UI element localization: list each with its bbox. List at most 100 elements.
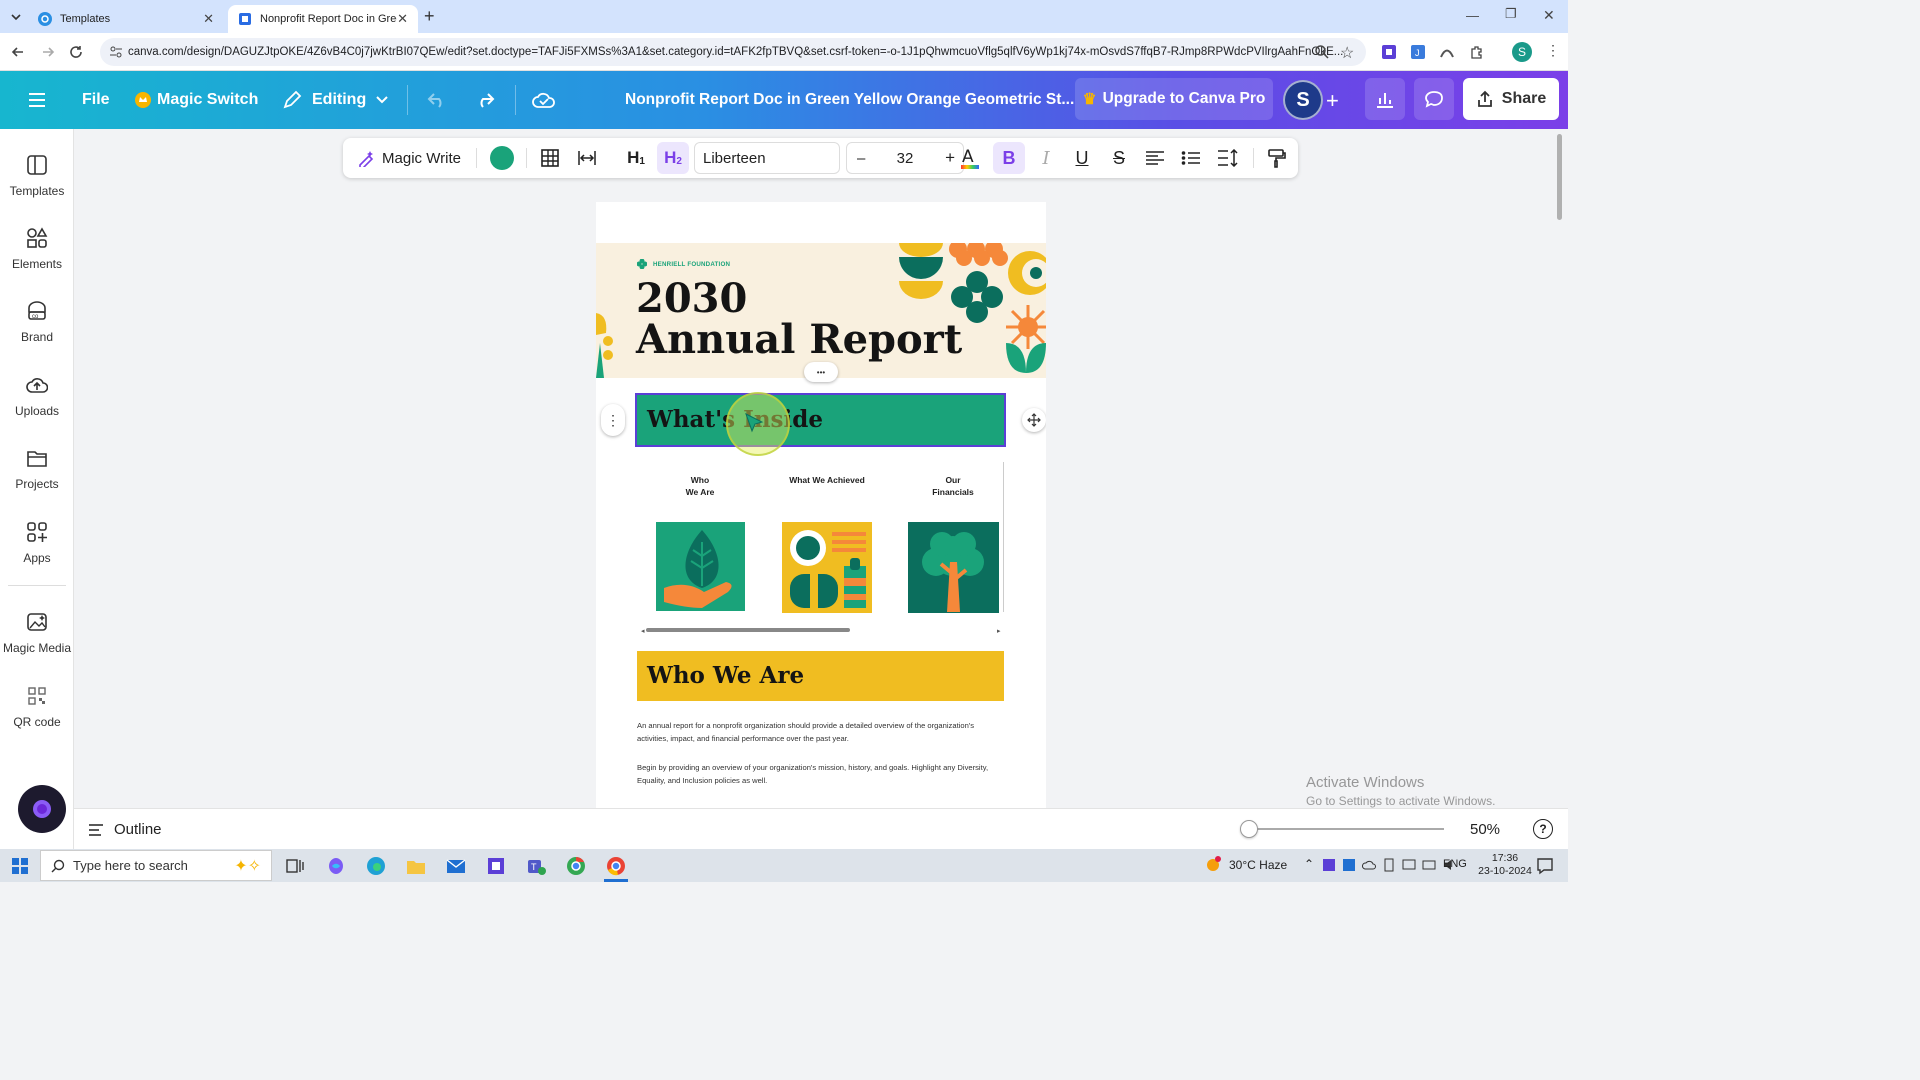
tab-nonprofit-report[interactable]: Nonprofit Report Doc in Green ✕ — [228, 5, 418, 33]
editing-mode-button[interactable]: Editing — [282, 71, 388, 129]
expand-width-icon[interactable] — [575, 138, 599, 178]
taskbar-clock[interactable]: 17:36 23-10-2024 — [1478, 852, 1532, 878]
new-tab-button[interactable]: + — [424, 6, 435, 27]
align-left-icon[interactable] — [1143, 138, 1167, 178]
file-explorer-icon[interactable] — [406, 856, 426, 876]
column-label-who-we-are[interactable]: Who We Are — [656, 474, 744, 498]
table-scrollbar-thumb[interactable] — [646, 628, 850, 632]
font-size-value[interactable]: 32 — [897, 150, 914, 167]
cloud-saved-icon[interactable] — [532, 71, 556, 129]
font-family-dropdown[interactable]: Liberteen — [694, 142, 840, 174]
chrome-icon[interactable] — [566, 856, 586, 876]
edge-browser-icon[interactable] — [366, 856, 386, 876]
close-tab-icon[interactable]: ✕ — [397, 11, 408, 27]
who-we-are-heading-block[interactable]: Who We Are — [637, 651, 1004, 701]
sidebar-item-projects[interactable]: Projects — [0, 447, 74, 491]
heading-1-button[interactable]: H1 — [623, 138, 649, 178]
text-color-swatch[interactable] — [487, 138, 517, 178]
weather-icon[interactable] — [1204, 855, 1222, 873]
underline-button[interactable]: U — [1069, 138, 1095, 178]
paragraph-mission[interactable]: Begin by providing an overview of your o… — [637, 761, 1005, 787]
redo-icon[interactable] — [474, 71, 496, 129]
chrome-profile-icon[interactable] — [606, 856, 626, 876]
move-block-icon[interactable] — [1022, 408, 1046, 432]
copy-style-paint-icon[interactable] — [1264, 138, 1288, 178]
sidebar-item-brand[interactable]: co Brand — [0, 300, 74, 344]
sidebar-item-templates[interactable]: Templates — [0, 154, 74, 198]
browser-menu-icon[interactable]: ⋮ — [1546, 42, 1560, 59]
windows-start-icon[interactable] — [12, 858, 28, 874]
document-title[interactable]: Nonprofit Report Doc in Green Yellow Ora… — [625, 71, 1074, 129]
main-menu-icon[interactable] — [28, 71, 46, 129]
line-spacing-icon[interactable] — [1216, 138, 1240, 178]
who-we-are-heading[interactable]: Who We Are — [647, 662, 804, 689]
copilot-app-icon[interactable] — [326, 856, 346, 876]
bullet-list-icon[interactable] — [1179, 138, 1203, 178]
document-page[interactable]: HENRIELL FOUNDATION 2030 Annual Report •… — [596, 202, 1046, 808]
column-label-achievements[interactable]: What We Achieved — [772, 474, 882, 486]
more-options-button[interactable]: ••• — [804, 362, 838, 382]
whats-inside-heading-block[interactable]: What's Inside — [635, 393, 1006, 447]
extensions-puzzle-icon[interactable] — [1469, 44, 1485, 60]
url-field[interactable]: canva.com/design/DAGUZJtpOKE/4Z6vB4C0j7j… — [100, 38, 1366, 66]
extension-2-icon[interactable]: J — [1410, 44, 1426, 60]
taskbar-search-box[interactable]: Type here to search ✦✧ — [40, 850, 272, 881]
sidebar-item-qr-code[interactable]: QR code — [0, 685, 74, 729]
tray-app-icon[interactable] — [1342, 858, 1356, 872]
weather-text[interactable]: 30°C Haze — [1229, 858, 1287, 872]
input-language[interactable]: ENG — [1443, 858, 1467, 870]
restore-button[interactable]: ❐ — [1505, 6, 1517, 22]
canvas-scrollbar[interactable] — [1557, 134, 1562, 220]
zoom-icon[interactable] — [1314, 44, 1330, 60]
canva-assistant-button[interactable] — [18, 785, 66, 833]
sidebar-item-apps[interactable]: Apps — [0, 521, 74, 565]
notifications-icon[interactable] — [1536, 857, 1554, 875]
network-icon[interactable] — [1422, 858, 1436, 872]
help-icon[interactable]: ? — [1533, 819, 1553, 839]
text-color-icon[interactable]: A — [957, 138, 983, 178]
bold-button[interactable]: B — [993, 142, 1025, 174]
bookmark-star-icon[interactable]: ☆ — [1340, 43, 1354, 63]
upgrade-button[interactable]: ♛ Upgrade to Canva Pro — [1075, 78, 1273, 120]
tray-overflow-icon[interactable]: ⌃ — [1304, 857, 1314, 871]
extension-3-icon[interactable] — [1439, 44, 1455, 60]
tab-search-icon[interactable] — [8, 9, 24, 25]
battery-icon[interactable] — [1382, 858, 1396, 872]
comment-icon[interactable] — [1414, 78, 1454, 120]
insights-chart-icon[interactable] — [1365, 78, 1405, 120]
block-menu-icon[interactable]: ⋮ — [601, 404, 625, 436]
extension-1-icon[interactable] — [1381, 44, 1397, 60]
reload-icon[interactable] — [68, 44, 84, 60]
display-icon[interactable] — [1402, 858, 1416, 872]
zoom-slider-thumb[interactable] — [1240, 820, 1258, 838]
scroll-left-icon[interactable]: ◂ — [641, 627, 645, 635]
share-button[interactable]: Share — [1463, 78, 1559, 120]
power-apps-icon[interactable] — [486, 856, 506, 876]
zoom-level[interactable]: 50% — [1470, 821, 1500, 838]
add-collaborator-icon[interactable]: + — [1326, 88, 1339, 114]
strikethrough-button[interactable]: S — [1106, 138, 1132, 178]
back-icon[interactable] — [10, 44, 26, 60]
sidebar-item-uploads[interactable]: Uploads — [0, 374, 74, 418]
paragraph-intro[interactable]: An annual report for a nonprofit organiz… — [637, 719, 1005, 745]
profile-avatar[interactable]: S — [1512, 42, 1532, 62]
task-view-icon[interactable] — [286, 857, 304, 875]
undo-icon[interactable] — [426, 71, 448, 129]
tab-templates[interactable]: Templates ✕ — [28, 5, 224, 33]
italic-button[interactable]: I — [1033, 138, 1059, 178]
sidebar-item-elements[interactable]: Elements — [0, 227, 74, 271]
sidebar-item-magic-media[interactable]: Magic Media — [0, 611, 74, 655]
decrease-size-button[interactable]: – — [857, 150, 865, 167]
magic-write-button[interactable]: Magic Write — [353, 138, 465, 178]
zoom-slider-track[interactable] — [1250, 828, 1444, 830]
increase-size-button[interactable]: + — [945, 148, 955, 168]
magic-switch-button[interactable]: Magic Switch — [135, 71, 258, 129]
heading-2-button[interactable]: H2 — [657, 142, 689, 174]
file-menu-button[interactable]: File — [82, 71, 110, 129]
onedrive-icon[interactable] — [1362, 858, 1376, 872]
scroll-right-icon[interactable]: ▸ — [997, 627, 1001, 635]
mail-icon[interactable] — [446, 856, 466, 876]
forward-icon[interactable] — [40, 44, 56, 60]
teams-icon[interactable]: T — [526, 856, 546, 876]
column-label-financials[interactable]: Our Financials — [908, 474, 998, 498]
